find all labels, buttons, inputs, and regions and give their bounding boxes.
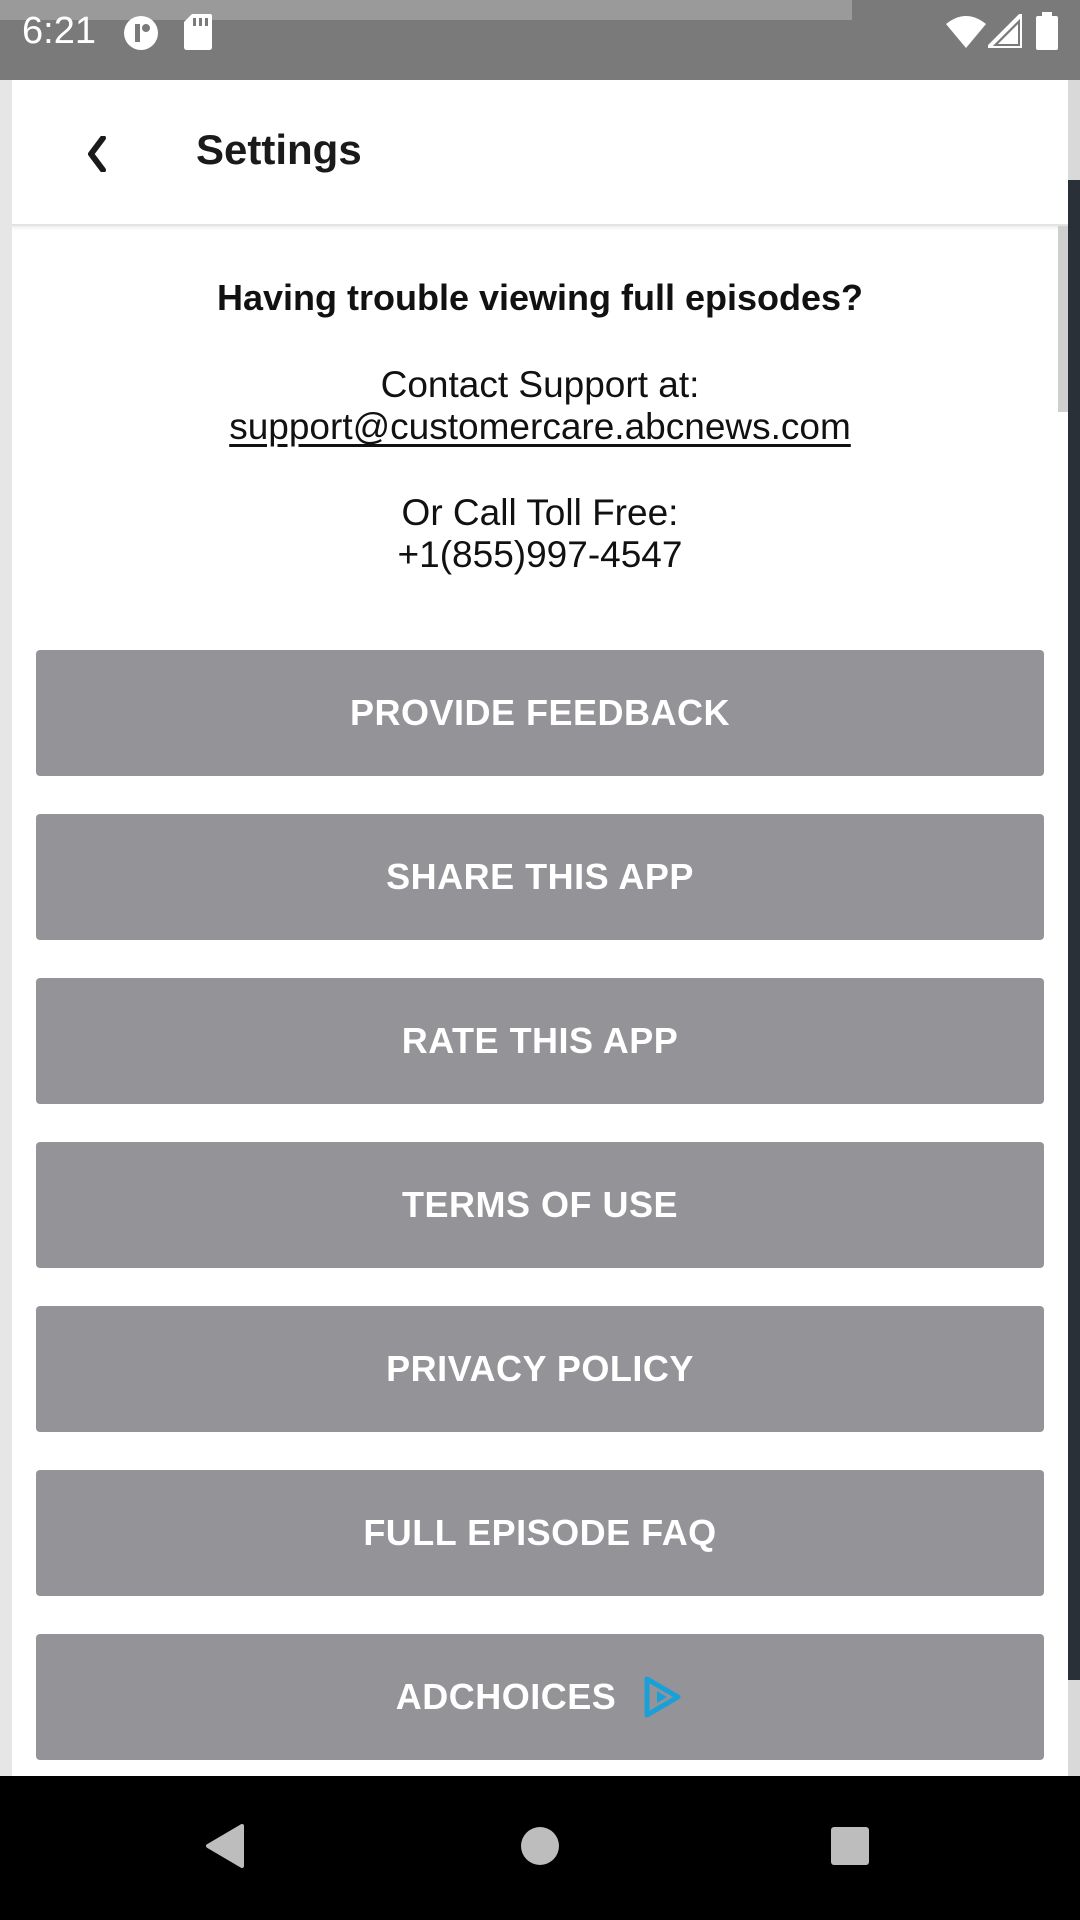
button-label: PROVIDE FEEDBACK: [349, 692, 731, 733]
share-this-app-button[interactable]: SHARE THIS APP: [36, 814, 1044, 940]
wifi-icon: [946, 14, 986, 48]
status-bar: 6:21: [0, 0, 1080, 80]
privacy-policy-button[interactable]: PRIVACY POLICY: [36, 1306, 1044, 1432]
call-toll-free-label: Or Call Toll Free:: [401, 492, 679, 533]
home-circle-icon: [519, 1825, 561, 1872]
background-right-edge: [1068, 180, 1080, 1680]
page-title: Settings: [196, 126, 362, 173]
app-notification-icon: [122, 14, 160, 52]
actions-list: PROVIDE FEEDBACK SHARE THIS APP RATE THI…: [36, 650, 1044, 1776]
button-label: SHARE THIS APP: [386, 856, 694, 897]
background-left-edge: [0, 80, 12, 1840]
support-email-line: support@customercare.abcnews.com: [12, 406, 1068, 448]
back-button[interactable]: [56, 116, 136, 196]
signal-icon: [988, 14, 1022, 48]
button-label: ADCHOICES: [395, 1676, 617, 1717]
provide-feedback-button[interactable]: PROVIDE FEEDBACK: [36, 650, 1044, 776]
support-heading: Having trouble viewing full episodes?: [216, 277, 864, 318]
chevron-left-icon: [85, 134, 107, 177]
button-label: TERMS OF USE: [401, 1184, 679, 1225]
contact-support-label: Contact Support at:: [380, 364, 700, 405]
nav-home-button[interactable]: [502, 1810, 578, 1886]
support-phone[interactable]: +1(855)997-4547: [12, 534, 1068, 576]
sd-card-icon: [184, 14, 212, 50]
nav-back-button[interactable]: [186, 1810, 262, 1886]
adchoices-icon: [642, 1675, 684, 1719]
adchoices-button[interactable]: ADCHOICES: [36, 1634, 1044, 1760]
nav-recents-button[interactable]: [812, 1810, 888, 1886]
support-info: Having trouble viewing full episodes? Co…: [12, 276, 1068, 576]
settings-dialog: Settings Having trouble viewing full epi…: [12, 80, 1068, 1776]
full-episode-faq-button[interactable]: FULL EPISODE FAQ: [36, 1470, 1044, 1596]
battery-icon: [1036, 12, 1058, 50]
button-label: FULL EPISODE FAQ: [363, 1512, 717, 1553]
button-label: RATE THIS APP: [401, 1020, 679, 1061]
back-triangle-icon: [202, 1822, 246, 1875]
support-email-link[interactable]: support@customercare.abcnews.com: [229, 406, 851, 447]
status-time: 6:21: [22, 10, 96, 52]
button-label: PRIVACY POLICY: [386, 1348, 694, 1389]
terms-of-use-button[interactable]: TERMS OF USE: [36, 1142, 1044, 1268]
rate-this-app-button[interactable]: RATE THIS APP: [36, 978, 1044, 1104]
app-bar: Settings: [12, 80, 1068, 226]
recents-square-icon: [829, 1825, 871, 1872]
navigation-bar: [0, 1776, 1080, 1920]
